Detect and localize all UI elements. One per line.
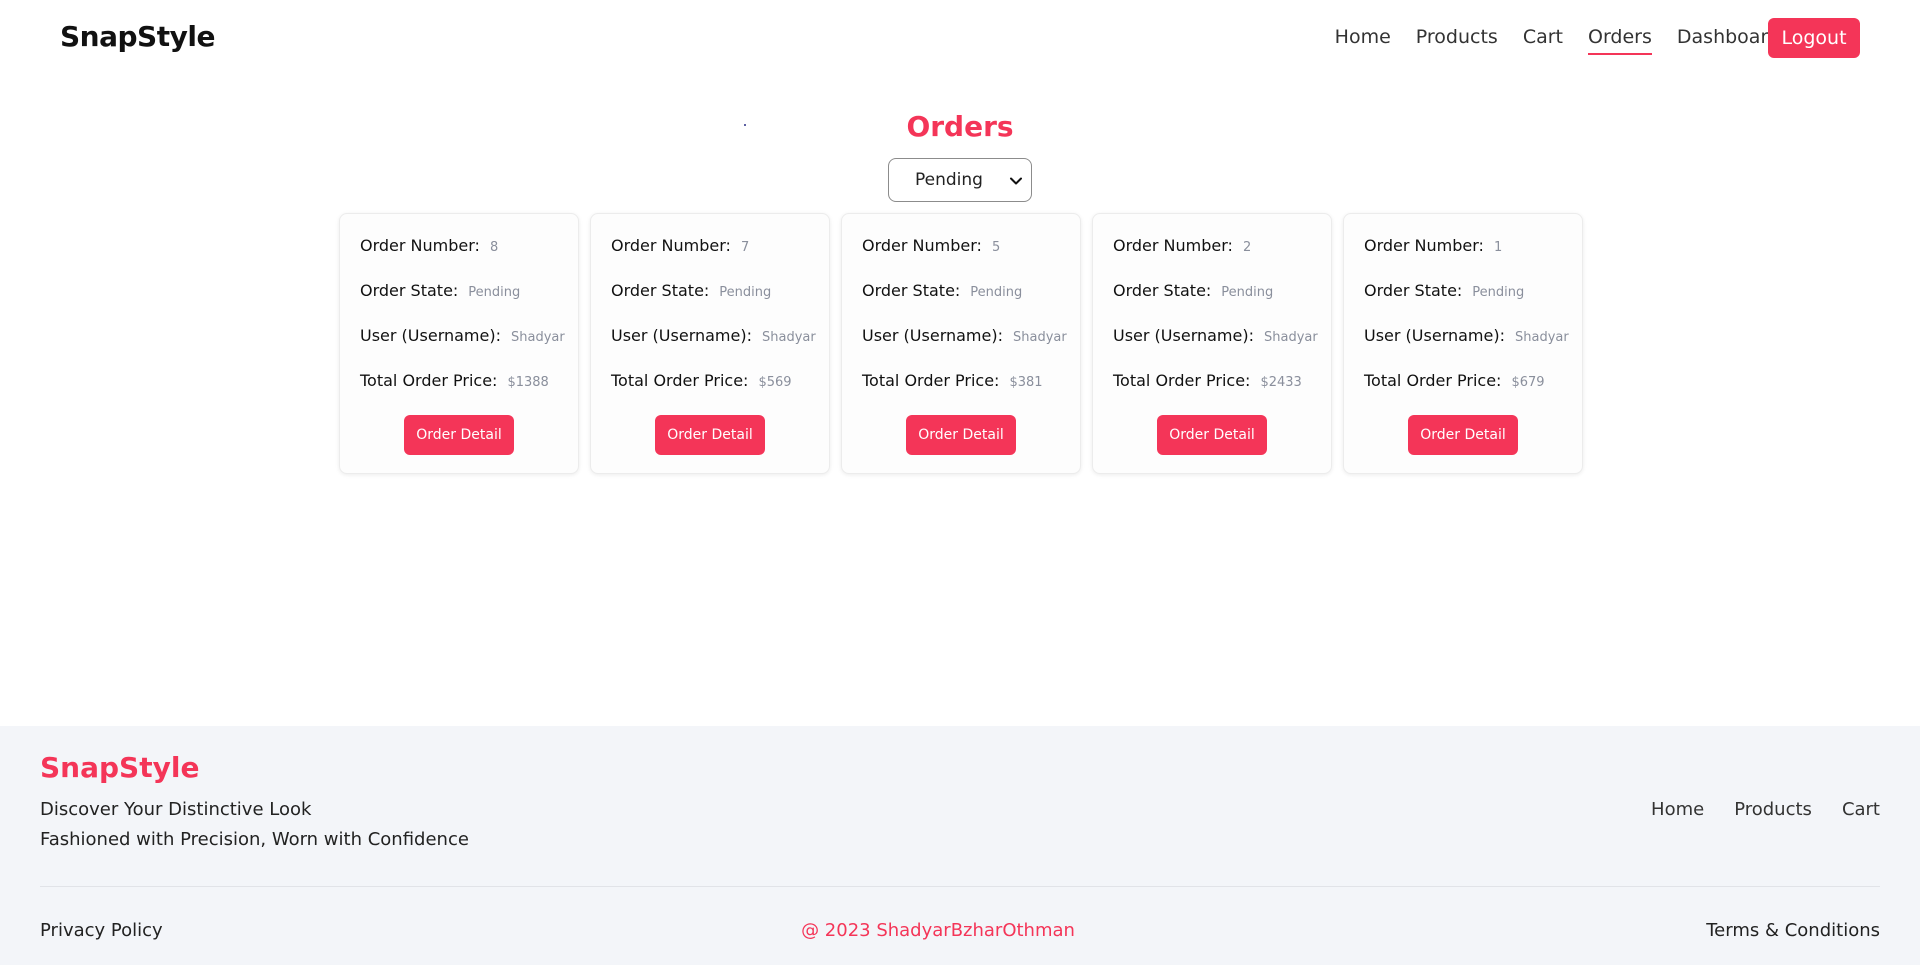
order-card: Order Number: 5 Order State: Pending Use… bbox=[841, 213, 1081, 474]
order-user-value: Shadyar bbox=[1515, 330, 1569, 345]
order-number-row: Order Number: 1 bbox=[1364, 236, 1582, 281]
order-number-value: 8 bbox=[489, 240, 499, 255]
brand-logo[interactable]: SnapStyle bbox=[60, 20, 215, 53]
order-state-value: Pending bbox=[1472, 285, 1525, 300]
order-state-row: Order State: Pending bbox=[1364, 281, 1582, 326]
order-total-value: $2433 bbox=[1260, 375, 1302, 390]
order-number-row: Order Number: 7 bbox=[611, 236, 829, 281]
order-total-label: Total Order Price: bbox=[862, 371, 1000, 390]
order-number-label: Order Number: bbox=[1113, 236, 1233, 255]
order-user-label: User (Username): bbox=[1364, 326, 1505, 345]
order-detail-button[interactable]: Order Detail bbox=[906, 415, 1016, 455]
order-state-select-value: Pending bbox=[915, 170, 983, 190]
order-user-row: User (Username): Shadyar bbox=[1364, 326, 1582, 371]
order-number-label: Order Number: bbox=[611, 236, 731, 255]
order-number-value: 5 bbox=[991, 240, 1001, 255]
footer-tagline-line1: Discover Your Distinctive Look bbox=[40, 799, 312, 820]
order-card: Order Number: 2 Order State: Pending Use… bbox=[1092, 213, 1332, 474]
order-user-value: Shadyar bbox=[1264, 330, 1318, 345]
footer-divider bbox=[40, 886, 1880, 887]
order-state-label: Order State: bbox=[360, 281, 459, 300]
order-total-label: Total Order Price: bbox=[611, 371, 749, 390]
nav-products[interactable]: Products bbox=[1416, 26, 1498, 48]
site-footer: SnapStyle Discover Your Distinctive Look… bbox=[0, 726, 1920, 965]
order-user-label: User (Username): bbox=[862, 326, 1003, 345]
order-card: Order Number: 7 Order State: Pending Use… bbox=[590, 213, 830, 474]
order-state-select[interactable]: Pending bbox=[888, 158, 1032, 202]
order-state-label: Order State: bbox=[1364, 281, 1463, 300]
order-state-row: Order State: Pending bbox=[1113, 281, 1331, 326]
page-title: Orders bbox=[906, 110, 1014, 143]
nav-dashboard[interactable]: Dashboard bbox=[1677, 26, 1780, 48]
order-number-value: 2 bbox=[1242, 240, 1252, 255]
order-state-label: Order State: bbox=[1113, 281, 1212, 300]
order-total-row: Total Order Price: $679 bbox=[1364, 371, 1582, 416]
terms-conditions-link[interactable]: Terms & Conditions bbox=[1706, 920, 1880, 941]
order-total-label: Total Order Price: bbox=[1364, 371, 1502, 390]
order-user-value: Shadyar bbox=[1013, 330, 1067, 345]
nav-orders[interactable]: Orders bbox=[1588, 26, 1652, 55]
top-navbar: SnapStyle Home Products Cart Orders Dash… bbox=[0, 0, 1920, 76]
order-card: Order Number: 1 Order State: Pending Use… bbox=[1343, 213, 1583, 474]
order-card: Order Number: 8 Order State: Pending Use… bbox=[339, 213, 579, 474]
order-user-row: User (Username): Shadyar bbox=[611, 326, 829, 371]
order-number-label: Order Number: bbox=[360, 236, 480, 255]
order-number-label: Order Number: bbox=[1364, 236, 1484, 255]
order-state-label: Order State: bbox=[611, 281, 710, 300]
order-detail-button[interactable]: Order Detail bbox=[655, 415, 765, 455]
footer-brand-logo[interactable]: SnapStyle bbox=[40, 751, 199, 784]
order-state-value: Pending bbox=[719, 285, 772, 300]
order-total-value: $679 bbox=[1511, 375, 1545, 390]
order-total-row: Total Order Price: $2433 bbox=[1113, 371, 1331, 416]
footer-nav-home[interactable]: Home bbox=[1651, 799, 1704, 820]
order-state-label: Order State: bbox=[862, 281, 961, 300]
order-state-row: Order State: Pending bbox=[862, 281, 1080, 326]
nav-cart[interactable]: Cart bbox=[1523, 26, 1563, 48]
order-number-row: Order Number: 5 bbox=[862, 236, 1080, 281]
order-total-row: Total Order Price: $1388 bbox=[360, 371, 578, 416]
order-user-label: User (Username): bbox=[360, 326, 501, 345]
order-user-label: User (Username): bbox=[1113, 326, 1254, 345]
order-user-row: User (Username): Shadyar bbox=[1113, 326, 1331, 371]
order-detail-button[interactable]: Order Detail bbox=[1157, 415, 1267, 455]
order-state-value: Pending bbox=[468, 285, 521, 300]
order-user-label: User (Username): bbox=[611, 326, 752, 345]
order-total-row: Total Order Price: $569 bbox=[611, 371, 829, 416]
order-state-value: Pending bbox=[1221, 285, 1274, 300]
order-number-value: 7 bbox=[740, 240, 750, 255]
order-total-value: $1388 bbox=[507, 375, 549, 390]
order-user-value: Shadyar bbox=[511, 330, 565, 345]
order-user-row: User (Username): Shadyar bbox=[862, 326, 1080, 371]
order-total-value: $381 bbox=[1009, 375, 1043, 390]
order-number-label: Order Number: bbox=[862, 236, 982, 255]
order-total-label: Total Order Price: bbox=[360, 371, 498, 390]
order-state-value: Pending bbox=[970, 285, 1023, 300]
order-number-row: Order Number: 2 bbox=[1113, 236, 1331, 281]
order-cards: Order Number: 8 Order State: Pending Use… bbox=[339, 213, 1583, 474]
footer-nav: Home Products Cart bbox=[1651, 799, 1880, 820]
logout-button[interactable]: Logout bbox=[1768, 18, 1860, 58]
order-state-row: Order State: Pending bbox=[360, 281, 578, 326]
footer-nav-cart[interactable]: Cart bbox=[1842, 799, 1880, 820]
footer-tagline-line2: Fashioned with Precision, Worn with Conf… bbox=[40, 829, 469, 850]
order-total-row: Total Order Price: $381 bbox=[862, 371, 1080, 416]
order-user-row: User (Username): Shadyar bbox=[360, 326, 578, 371]
order-total-label: Total Order Price: bbox=[1113, 371, 1251, 390]
order-state-row: Order State: Pending bbox=[611, 281, 829, 326]
order-total-value: $569 bbox=[758, 375, 792, 390]
order-number-row: Order Number: 8 bbox=[360, 236, 578, 281]
chevron-down-icon bbox=[1010, 177, 1022, 185]
copyright-text: @ 2023 ShadyarBzharOthman bbox=[801, 920, 1075, 941]
nav-home[interactable]: Home bbox=[1335, 26, 1391, 48]
order-detail-button[interactable]: Order Detail bbox=[404, 415, 514, 455]
footer-nav-products[interactable]: Products bbox=[1734, 799, 1812, 820]
order-user-value: Shadyar bbox=[762, 330, 816, 345]
main-nav: Home Products Cart Orders Dashboard bbox=[1335, 26, 1780, 55]
order-number-value: 1 bbox=[1493, 240, 1503, 255]
order-detail-button[interactable]: Order Detail bbox=[1408, 415, 1518, 455]
